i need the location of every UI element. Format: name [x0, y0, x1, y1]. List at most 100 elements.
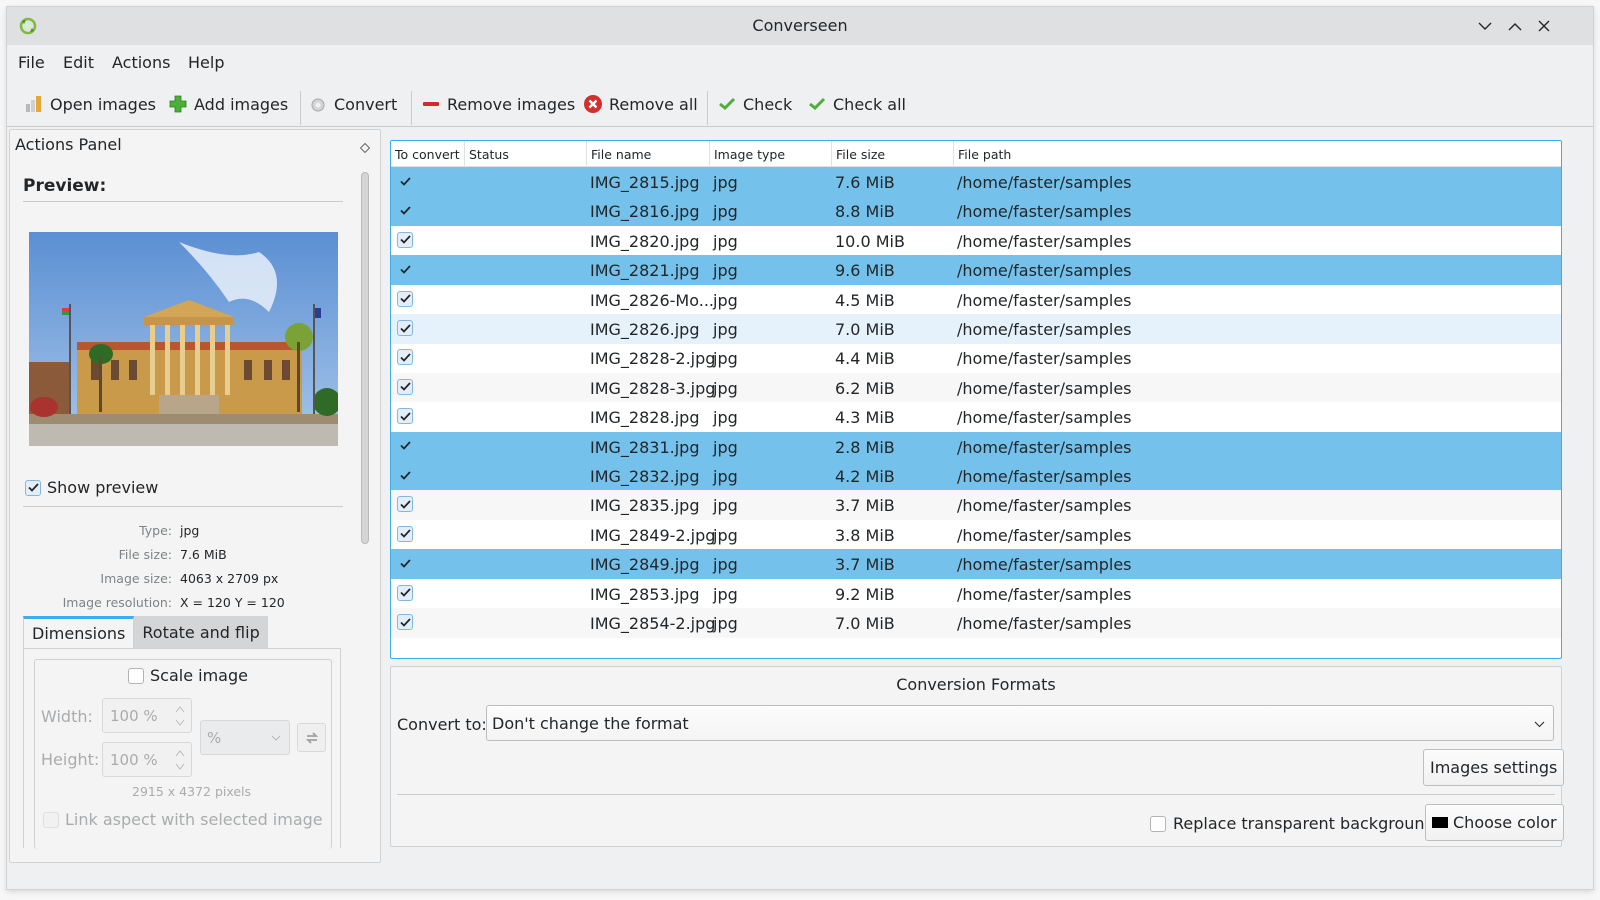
swap-dimensions-button[interactable] [297, 723, 326, 752]
table-row[interactable]: IMG_2854-2.jpg jpg 7.0 MiB/home/faster/sam… [391, 608, 1561, 638]
convert-label: Convert [334, 94, 398, 114]
column-file-size[interactable]: File size [832, 141, 954, 167]
close-button[interactable] [1532, 14, 1556, 38]
replace-background-checkbox[interactable]: Replace transparent background [1150, 814, 1435, 833]
remove-all-label: Remove all [609, 94, 698, 114]
cell-name: IMG_2832.jpg [590, 467, 700, 486]
plus-icon [168, 94, 188, 114]
choose-color-button[interactable]: Choose color [1425, 804, 1564, 841]
to-convert-checkbox[interactable] [397, 584, 413, 601]
width-value: 100 % [110, 707, 158, 725]
height-value: 100 % [110, 751, 158, 769]
to-convert-checkbox[interactable] [397, 320, 413, 336]
info-file-size: File size: 7.6 MiB [10, 547, 350, 567]
to-convert-checkbox[interactable] [397, 378, 413, 395]
check-icon [399, 176, 411, 186]
check-all-button[interactable]: Check all [807, 89, 906, 119]
to-convert-checkbox[interactable] [397, 525, 413, 542]
to-convert-checkbox[interactable] [397, 173, 413, 189]
table-row[interactable]: IMG_2828-2.jpg jpg 4.4 MiB/home/faster/sam… [391, 343, 1561, 373]
table-row[interactable]: IMG_2849-2.jpg jpg 3.8 MiB/home/faster/sam… [391, 520, 1561, 550]
to-convert-checkbox[interactable] [397, 438, 413, 454]
table-row[interactable]: IMG_2815.jpg jpg 7.6 MiB/home/faster/sampl… [391, 167, 1561, 197]
to-convert-checkbox[interactable] [397, 408, 413, 425]
check-icon [399, 382, 411, 392]
to-convert-checkbox[interactable] [397, 496, 413, 513]
column-to-convert[interactable]: To convert [391, 141, 465, 167]
remove-images-button[interactable]: Remove images [421, 89, 575, 119]
table-row[interactable]: IMG_2853.jpg jpg 9.2 MiB/home/faster/sampl… [391, 579, 1561, 609]
open-images-label: Open images [50, 94, 156, 114]
check-button[interactable]: Check [717, 89, 792, 119]
table-row[interactable]: IMG_2816.jpg jpg 8.8 MiB/home/faster/sampl… [391, 196, 1561, 226]
cell-type: jpg [713, 173, 738, 192]
table-row[interactable]: IMG_2835.jpg jpg 3.7 MiB/home/faster/sampl… [391, 490, 1561, 520]
table-row[interactable]: IMG_2826.jpg jpg 7.0 MiB/home/faster/sampl… [391, 314, 1561, 344]
to-convert-checkbox[interactable] [397, 614, 413, 630]
add-images-label: Add images [194, 94, 289, 114]
to-convert-checkbox[interactable] [397, 202, 413, 218]
menu-help[interactable]: Help [188, 53, 224, 72]
scale-image-checkbox[interactable]: Scale image [128, 666, 248, 685]
column-file-path[interactable]: File path [954, 141, 1561, 167]
to-convert-checkbox[interactable] [397, 555, 413, 571]
table-row[interactable]: IMG_2828.jpg jpg 4.3 MiB/home/faster/sampl… [391, 402, 1561, 432]
convert-to-combobox[interactable]: Don't change the format [486, 705, 1554, 741]
table-row[interactable]: IMG_2820.jpg jpg 10.0 MiB/home/faster/samp… [391, 226, 1561, 256]
tab-rotate-and-flip[interactable]: Rotate and flip [134, 616, 268, 648]
to-convert-checkbox[interactable] [397, 467, 413, 483]
settings-tabs: Dimensions Rotate and flip [23, 616, 268, 648]
maximize-button[interactable] [1503, 14, 1527, 38]
cell-path: /home/faster/samples [957, 584, 1132, 604]
cell-path: /home/faster/samples [957, 290, 1132, 310]
unit-combobox[interactable]: % [200, 720, 290, 755]
column-file-name[interactable]: File name [587, 141, 710, 167]
table-row[interactable]: IMG_2826-Mo... jpg 4.5 MiB/home/faster/sam… [391, 285, 1561, 315]
to-convert-checkbox[interactable] [397, 290, 413, 307]
add-images-button[interactable]: Add images [168, 89, 288, 119]
table-row[interactable]: IMG_2828-3.jpg jpg 6.2 MiB/home/faster/sam… [391, 372, 1561, 403]
menu-edit[interactable]: Edit [63, 53, 94, 72]
to-convert-checkbox[interactable] [397, 231, 413, 248]
images-settings-button[interactable]: Images settings [1423, 749, 1565, 786]
info-resolution-key: Image resolution: [62, 595, 172, 610]
width-spinbox[interactable]: 100 % [102, 698, 192, 733]
check-icon [399, 353, 411, 362]
to-convert-checkbox[interactable] [397, 349, 413, 366]
cell-name: IMG_2849-2.jpg [590, 525, 716, 545]
table-row[interactable]: IMG_2849.jpg jpg 3.7 MiB/home/faster/sampl… [391, 549, 1561, 579]
scrollbar-thumb[interactable] [361, 172, 369, 544]
actions-panel-content: Preview: Show preview Type: jpg File siz… [10, 160, 355, 860]
table-row[interactable]: IMG_2821.jpg jpg 9.6 MiB/home/faster/sampl… [391, 255, 1561, 285]
pixels-text: 2915 x 4372 pixels [132, 784, 252, 799]
float-dock-icon[interactable] [359, 138, 371, 154]
cell-path: /home/faster/samples [957, 555, 1132, 575]
minimize-button[interactable] [1473, 14, 1497, 38]
cell-type: jpg [713, 467, 738, 486]
conversion-formats-panel: Conversion Formats Convert to: Don't cha… [390, 666, 1565, 847]
menu-file[interactable]: File [18, 53, 45, 72]
column-status[interactable]: Status [465, 141, 587, 167]
to-convert-checkbox[interactable] [397, 261, 413, 277]
cell-type: jpg [713, 378, 738, 398]
tab-dimensions[interactable]: Dimensions [23, 616, 135, 648]
cell-path: /home/faster/samples [957, 231, 1132, 251]
table-row[interactable]: IMG_2831.jpg jpg 2.8 MiB/home/faster/sampl… [391, 431, 1561, 462]
actions-panel-title: Actions Panel [15, 135, 122, 154]
menu-actions[interactable]: Actions [112, 53, 170, 72]
column-image-type[interactable]: Image type [710, 141, 832, 167]
close-icon [1538, 20, 1550, 32]
show-preview-checkbox[interactable]: Show preview [25, 478, 158, 497]
cell-size: 8.8 MiB [835, 202, 895, 222]
info-image-size: Image size: 4063 x 2709 px [10, 571, 350, 591]
cell-size: 3.7 MiB [835, 496, 895, 516]
link-aspect-checkbox[interactable]: Link aspect with selected image [43, 810, 323, 829]
conversion-formats-title: Conversion Formats [896, 675, 1056, 694]
convert-button[interactable]: Convert [308, 89, 397, 119]
height-spinbox[interactable]: 100 % [102, 742, 192, 777]
open-images-button[interactable]: Open images [24, 89, 156, 119]
actions-panel-scrollbar[interactable] [361, 172, 369, 852]
width-label: Width: [41, 707, 93, 726]
remove-all-button[interactable]: Remove all [583, 89, 698, 119]
table-row[interactable]: IMG_2832.jpg jpg 4.2 MiB/home/faster/sampl… [391, 461, 1561, 491]
